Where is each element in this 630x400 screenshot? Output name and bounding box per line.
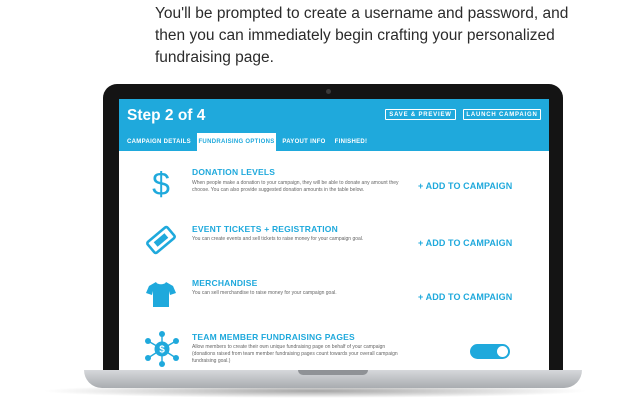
option-title: MERCHANDISE bbox=[192, 278, 258, 288]
team-network-icon: $ bbox=[145, 331, 179, 367]
option-merchandise: MERCHANDISE You can sell merchandise to … bbox=[131, 275, 539, 315]
dollar-sign-icon: $ bbox=[152, 169, 170, 199]
tab-finished[interactable]: FINISHED! bbox=[331, 133, 371, 151]
option-title: TEAM MEMBER FUNDRAISING PAGES bbox=[192, 332, 355, 342]
add-to-campaign-button[interactable]: + ADD TO CAMPAIGN bbox=[418, 238, 512, 248]
step-title: Step 2 of 4 bbox=[127, 107, 206, 124]
ticket-icon bbox=[146, 225, 176, 255]
option-description: You can sell merchandise to raise money … bbox=[192, 290, 337, 296]
tab-fundraising-options[interactable]: FUNDRAISING OPTIONS bbox=[197, 133, 276, 151]
save-preview-button[interactable]: SAVE & PREVIEW bbox=[385, 109, 456, 120]
intro-text: You'll be prompted to create a username … bbox=[155, 5, 569, 66]
svg-text:$: $ bbox=[152, 169, 170, 199]
option-description: When people make a donation to your camp… bbox=[192, 180, 399, 193]
option-description: Allow members to create their own unique… bbox=[192, 344, 398, 364]
tab-bar: CAMPAIGN DETAILS FUNDRAISING OPTIONS PAY… bbox=[119, 133, 549, 151]
camera-icon bbox=[326, 89, 331, 94]
tab-campaign-details[interactable]: CAMPAIGN DETAILS bbox=[127, 133, 191, 151]
laptop-notch bbox=[298, 370, 368, 375]
add-to-campaign-button[interactable]: + ADD TO CAMPAIGN bbox=[418, 292, 512, 302]
toggle-knob bbox=[497, 346, 508, 357]
app-header: Step 2 of 4 SAVE & PREVIEW LAUNCH CAMPAI… bbox=[119, 99, 549, 151]
svg-text:$: $ bbox=[159, 345, 165, 356]
tab-payout-info[interactable]: PAYOUT INFO bbox=[281, 133, 327, 151]
fundraising-options-panel: $ DONATION LEVELS When people make a don… bbox=[131, 151, 539, 370]
option-description: You can create events and sell tickets t… bbox=[192, 236, 364, 242]
tshirt-icon bbox=[146, 282, 176, 307]
laptop-screen: Step 2 of 4 SAVE & PREVIEW LAUNCH CAMPAI… bbox=[119, 99, 549, 370]
add-to-campaign-button[interactable]: + ADD TO CAMPAIGN bbox=[418, 181, 512, 191]
launch-campaign-button[interactable]: LAUNCH CAMPAIGN bbox=[463, 109, 541, 120]
option-event-tickets: EVENT TICKETS + REGISTRATION You can cre… bbox=[131, 221, 539, 261]
option-title: DONATION LEVELS bbox=[192, 167, 276, 177]
option-donation-levels: $ DONATION LEVELS When people make a don… bbox=[131, 163, 539, 211]
option-title: EVENT TICKETS + REGISTRATION bbox=[192, 224, 338, 234]
team-pages-toggle[interactable] bbox=[470, 344, 510, 359]
option-team-member-pages: $ TEAM MEMBER FUNDRAISING PAGES Allow me… bbox=[131, 329, 539, 370]
